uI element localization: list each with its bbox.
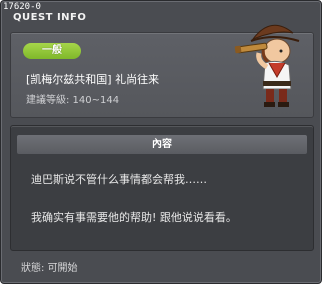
content-header: 內容	[17, 135, 307, 154]
quest-name: [凯梅尔兹共和国] 礼尚往来	[26, 73, 160, 86]
quest-category-badge: 一般	[23, 43, 81, 59]
quest-id: 17620-0	[3, 2, 41, 12]
quest-summary-panel: 一般 [凯梅尔兹共和国] 礼尚往来 建議等級: 140~144	[10, 24, 314, 118]
quest-status: 狀態: 可開始	[21, 263, 78, 274]
window-title: QUEST INFO	[13, 12, 87, 23]
recommended-level: 建議等級: 140~144	[26, 95, 120, 106]
npc-pirate-avatar-icon	[234, 24, 300, 107]
content-line-2: 我确实有事需要他的帮助! 跟他说说看看。	[31, 211, 237, 224]
content-line-1: 迪巴斯说不管什么事情都会帮我……	[31, 173, 207, 186]
quest-content-panel: 內容 迪巴斯说不管什么事情都会帮我…… 我确实有事需要他的帮助! 跟他说说看看。	[10, 125, 314, 251]
quest-info-window: 17620-0 QUEST INFO 一般 [凯梅尔兹共和国] 礼尚往来 建議等…	[0, 0, 322, 284]
